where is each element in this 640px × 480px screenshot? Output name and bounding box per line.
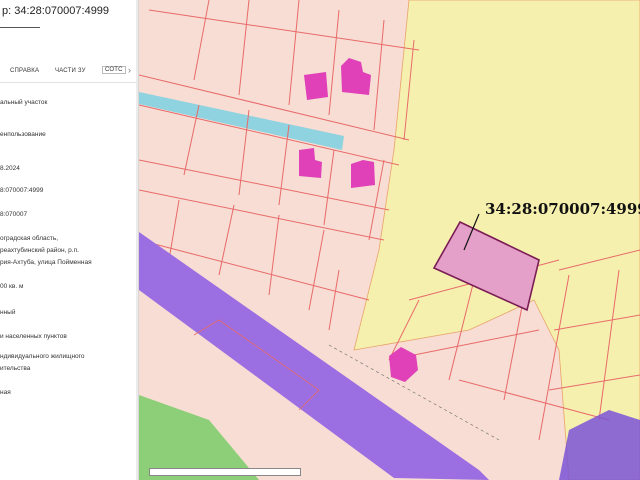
building-3 [299, 148, 322, 178]
cadastral-map[interactable]: 34:28:070007:4999 [139, 0, 640, 480]
info-row-quarter: 8:070007 [0, 211, 28, 218]
info-row-ownership: ная [0, 389, 11, 396]
info-row-address-line3: рия-Ахтуба, улица Пойменная [0, 259, 92, 266]
water-channel [139, 92, 344, 150]
panel-title: р: 34:28:070007:4999 [2, 5, 110, 17]
map-scale-bar [149, 468, 301, 476]
info-row-area: 00 кв. м [0, 283, 24, 290]
info-row-category: и населенных пунктов [0, 333, 67, 340]
info-row-address-line2: реахтубинский район, р.п. [0, 247, 79, 254]
tab-parcel-parts[interactable]: части зу [55, 68, 86, 74]
info-row-cadastral-number: 8:070007:4999 [0, 187, 44, 194]
panel-tabs: сПравка части зу сотс › [0, 62, 138, 83]
title-underline [0, 27, 40, 28]
info-row-date: 8.2024 [0, 165, 20, 172]
tabs-scroll-right-icon[interactable]: › [128, 65, 131, 75]
info-row-permitted-use-line1: ндивидуального жилищного [0, 353, 85, 360]
info-row-status: нный [0, 309, 16, 316]
info-row-type: альный участок [0, 99, 48, 106]
info-row-permitted-use-line2: ительства [0, 365, 31, 372]
selected-parcel-label: 34:28:070007:4999 [485, 200, 640, 218]
map-canvas[interactable] [139, 0, 640, 480]
info-row-address-line1: оградская область, [0, 235, 59, 242]
building-2 [341, 58, 371, 95]
building-4 [351, 160, 375, 188]
building-1 [304, 72, 328, 100]
info-panel: р: 34:28:070007:4999 сПравка части зу со… [0, 0, 139, 480]
tab-info[interactable]: сПравка [10, 68, 39, 74]
info-row-usage: енпользование [0, 131, 46, 138]
tab-more[interactable]: сотс [102, 66, 126, 74]
panel-scrollbar[interactable] [136, 0, 138, 480]
